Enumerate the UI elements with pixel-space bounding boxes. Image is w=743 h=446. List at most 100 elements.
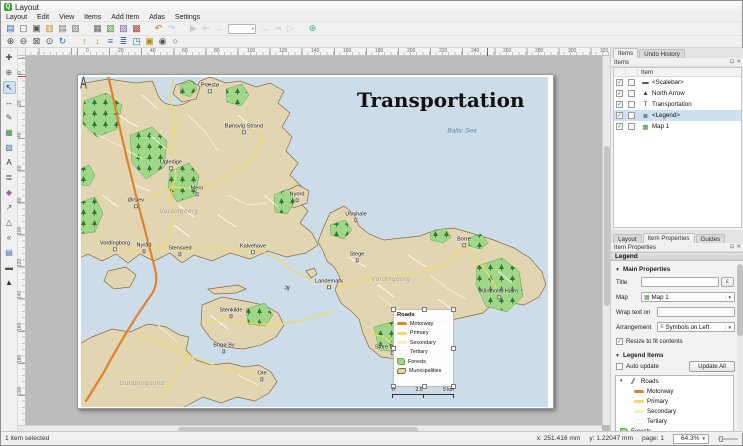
item-row-map1[interactable]: ✓ ▦ Map 1 bbox=[614, 121, 741, 132]
zoom-slider[interactable] bbox=[718, 438, 738, 440]
tab-layout[interactable]: Layout bbox=[613, 234, 642, 243]
zoom-slider-knob[interactable] bbox=[719, 436, 723, 442]
scalebar-item[interactable]: 0 2.5 5 km bbox=[392, 387, 454, 398]
item-row-north-arrow[interactable]: ✓ ▲ North Arrow bbox=[614, 88, 741, 99]
map-combo[interactable]: ▦ Map 1 ▼ bbox=[641, 292, 735, 302]
arrangement-combo[interactable]: ≡ Symbols on Left ▼ bbox=[657, 322, 735, 332]
lower-items-button[interactable]: ↓ bbox=[91, 36, 104, 48]
atlas-first-button[interactable]: ⇤ bbox=[200, 23, 213, 35]
item-row-transportation[interactable]: ✓ T Transportation bbox=[614, 99, 741, 110]
pan-layout-button[interactable]: ✚ bbox=[3, 51, 16, 64]
align-items-button[interactable]: ≡ bbox=[104, 36, 117, 48]
load-template-button[interactable]: ▧ bbox=[69, 23, 82, 35]
resize-to-fit-checkbox-row[interactable]: ✓ Resize to fit contents bbox=[616, 338, 683, 345]
legend-tree-row[interactable]: ▾ Secondary bbox=[616, 406, 733, 416]
zoom-tool-button[interactable]: ⊕ bbox=[3, 66, 16, 79]
menu-item[interactable]: Items bbox=[79, 14, 106, 21]
checkbox[interactable]: ✓ bbox=[616, 338, 623, 345]
layout-page[interactable]: Transportation Baltic Sea ✈ Præstø Bønsv… bbox=[77, 74, 554, 409]
atlas-preview-button[interactable]: ▶ bbox=[187, 23, 200, 35]
zoom-full-button[interactable]: ⊠ bbox=[30, 36, 43, 48]
atlas-prev-button[interactable]: ← bbox=[213, 23, 226, 35]
raise-items-button[interactable]: ↑ bbox=[78, 36, 91, 48]
selection-handle[interactable] bbox=[391, 346, 396, 351]
float-panel-icon[interactable]: ⊡ bbox=[730, 244, 735, 250]
atlas-last-button[interactable]: ⇥ bbox=[271, 23, 284, 35]
menu-item[interactable]: Atlas bbox=[144, 14, 170, 21]
add-arrow-button[interactable]: ↗ bbox=[3, 201, 16, 214]
add-legend-button[interactable]: ≣ bbox=[3, 171, 16, 184]
visibility-checkbox[interactable]: ✓ bbox=[616, 79, 623, 86]
tab-undo-history[interactable]: Undo History bbox=[639, 49, 685, 58]
legend-tree-row[interactable]: ▾ Tertiary bbox=[616, 416, 733, 426]
lock-checkbox[interactable] bbox=[628, 101, 635, 108]
map-title-label[interactable]: Transportation bbox=[357, 88, 525, 112]
auto-update-checkbox-row[interactable]: Auto update bbox=[616, 363, 659, 370]
distribute-items-button[interactable]: ≣ bbox=[117, 36, 130, 48]
item-row-scalebar[interactable]: ✓ ▬ <Scalebar> bbox=[614, 77, 741, 88]
tab-item-properties[interactable]: Item Properties bbox=[643, 233, 695, 243]
print-atlas-button[interactable]: ▷ bbox=[284, 23, 297, 35]
tab-items[interactable]: Items bbox=[613, 48, 638, 58]
add-attribute-table-button[interactable]: ▤ bbox=[3, 246, 16, 259]
canvas-vscrollbar[interactable] bbox=[602, 56, 610, 425]
title-input[interactable] bbox=[641, 277, 719, 287]
layout-canvas[interactable]: 0204060801001201401601802002202402602803… bbox=[18, 48, 610, 433]
undo-button[interactable]: ↶ bbox=[152, 23, 165, 35]
legend-tree-row[interactable]: ▾ Motorway bbox=[616, 386, 733, 396]
wrap-text-input[interactable] bbox=[657, 307, 735, 317]
add-shape-button[interactable]: ◆ bbox=[3, 186, 16, 199]
section-legend-items[interactable]: ▼ Legend Items bbox=[615, 352, 664, 359]
add-north-arrow-button[interactable]: ▲ bbox=[3, 276, 16, 289]
export-svg-button[interactable]: ▨ bbox=[117, 23, 130, 35]
properties-scrollbar[interactable] bbox=[737, 264, 743, 431]
visibility-checkbox[interactable]: ✓ bbox=[616, 123, 623, 130]
zoom-level-combo[interactable]: 64.3% ▼ bbox=[673, 434, 709, 444]
layout-manager-button[interactable]: ▥ bbox=[43, 23, 56, 35]
atlas-settings-button[interactable]: ⊛ bbox=[306, 23, 319, 35]
new-layout-button[interactable]: ▢ bbox=[17, 23, 30, 35]
visibility-checkbox[interactable]: ✓ bbox=[616, 90, 623, 97]
zoom-out-button[interactable]: ⊖ bbox=[17, 36, 30, 48]
save-as-template-button[interactable]: ▤ bbox=[56, 23, 69, 35]
north-arrow-item[interactable] bbox=[78, 75, 89, 90]
selection-handle[interactable] bbox=[451, 307, 456, 312]
zoom-in-button[interactable]: ⊕ bbox=[4, 36, 17, 48]
add-html-button[interactable]: « bbox=[3, 231, 16, 244]
menu-item[interactable]: Add Item bbox=[106, 14, 144, 21]
update-all-button[interactable]: Update All bbox=[689, 361, 735, 372]
atlas-feature-combo[interactable]: ▾ bbox=[228, 24, 256, 34]
lock-checkbox[interactable] bbox=[628, 79, 635, 86]
selection-handle[interactable] bbox=[391, 307, 396, 312]
add-label-button[interactable]: A bbox=[3, 156, 16, 169]
legend-item[interactable]: Roads Motorway Primary bbox=[393, 309, 454, 387]
unlock-items-button[interactable]: ○ bbox=[169, 36, 182, 48]
item-row-legend[interactable]: ✓ ≣ <Legend> bbox=[614, 110, 741, 121]
workspace[interactable]: Transportation Baltic Sea ✈ Præstø Bønsv… bbox=[26, 56, 602, 425]
add-scalebar-button[interactable]: ▬ bbox=[3, 261, 16, 274]
add-picture-button[interactable]: ▧ bbox=[3, 141, 16, 154]
close-panel-icon[interactable]: ✕ bbox=[736, 59, 741, 65]
selection-handle[interactable] bbox=[422, 307, 427, 312]
title-bar[interactable]: Q Layout bbox=[1, 1, 742, 13]
lock-checkbox[interactable] bbox=[628, 112, 635, 119]
atlas-next-button[interactable]: → bbox=[258, 23, 271, 35]
move-item-content-button[interactable]: ↔ bbox=[3, 96, 16, 109]
menu-item[interactable]: View bbox=[54, 14, 79, 21]
print-button[interactable]: ▦ bbox=[91, 23, 104, 35]
data-defined-override-button[interactable]: ε bbox=[721, 277, 734, 287]
resize-items-button[interactable]: ◳ bbox=[130, 36, 143, 48]
add-node-item-button[interactable]: △ bbox=[3, 216, 16, 229]
legend-tree-row[interactable]: ▾ Primary bbox=[616, 396, 733, 406]
export-image-button[interactable]: ▧ bbox=[104, 23, 117, 35]
visibility-checkbox[interactable]: ✓ bbox=[616, 101, 623, 108]
menu-item[interactable]: Edit bbox=[32, 14, 54, 21]
zoom-actual-button[interactable]: ⊙ bbox=[43, 36, 56, 48]
redo-button[interactable]: ↷ bbox=[165, 23, 178, 35]
close-panel-icon[interactable]: ✕ bbox=[736, 244, 741, 250]
legend-tree-row[interactable]: ▾ Roads bbox=[616, 376, 733, 386]
tab-guides[interactable]: Guides bbox=[696, 234, 726, 243]
export-pdf-button[interactable]: ▩ bbox=[130, 23, 143, 35]
menu-item[interactable]: Layout bbox=[1, 14, 32, 21]
selection-handle[interactable] bbox=[451, 346, 456, 351]
